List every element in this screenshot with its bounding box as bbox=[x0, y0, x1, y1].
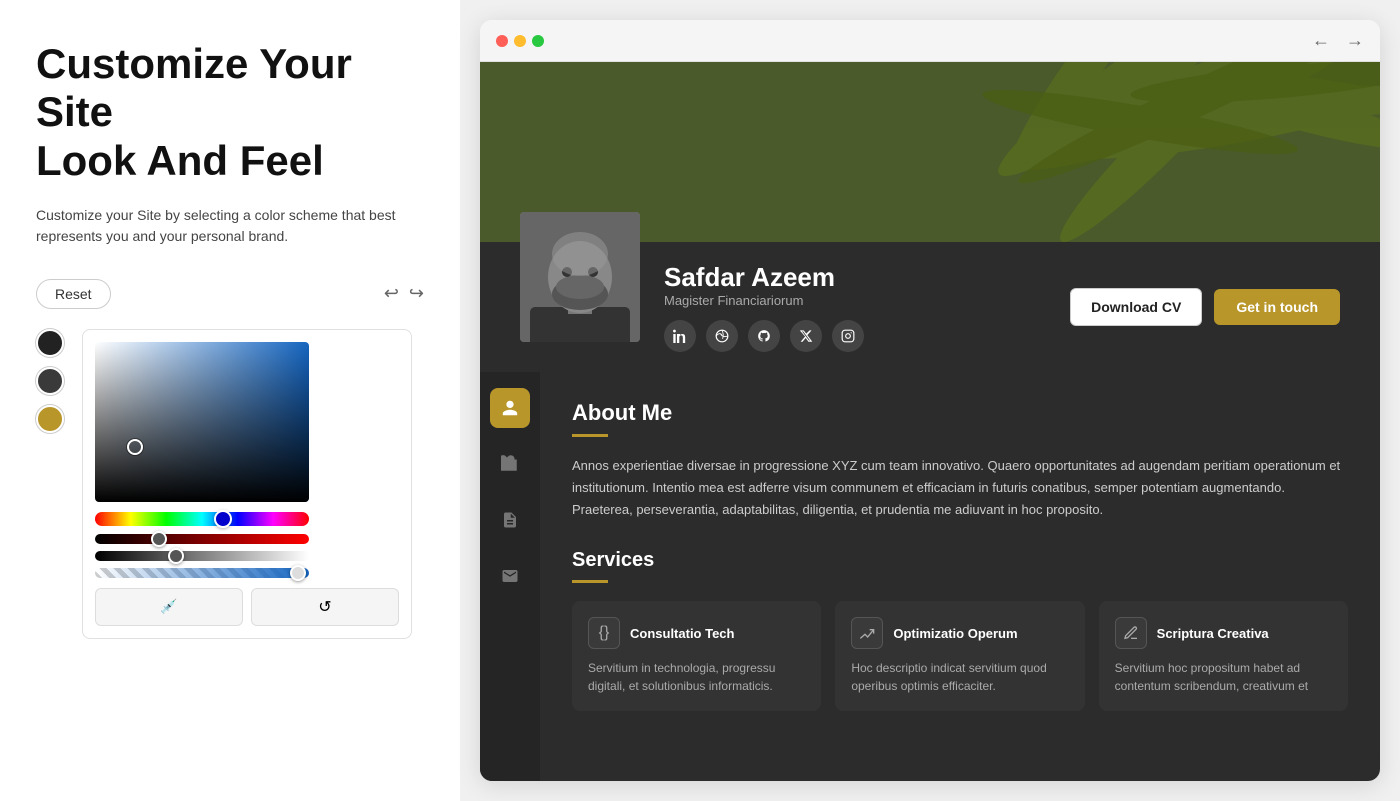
service-icon-2 bbox=[1115, 617, 1147, 649]
color-picker-panel: 💉 ↺ bbox=[82, 329, 412, 639]
profile-photo bbox=[520, 212, 640, 342]
service-header-1: Optimizatio Operum bbox=[851, 617, 1068, 649]
left-panel: Customize Your Site Look And Feel Custom… bbox=[0, 0, 460, 801]
service-icon-0: {} bbox=[588, 617, 620, 649]
services-section-title: Services bbox=[572, 549, 1348, 572]
nav-contact[interactable] bbox=[490, 556, 530, 596]
content-area: About Me Annos experientiae diversae in … bbox=[540, 372, 1380, 781]
dot-maximize bbox=[532, 35, 544, 47]
service-desc-2: Servitium hoc propositum habet ad conten… bbox=[1115, 659, 1332, 695]
alpha-slider[interactable] bbox=[95, 568, 309, 578]
dot-close bbox=[496, 35, 508, 47]
service-name-2: Scriptura Creativa bbox=[1157, 626, 1269, 641]
red-thumb bbox=[151, 531, 167, 547]
social-icons-row bbox=[664, 320, 864, 352]
subtitle-text: Customize your Site by selecting a color… bbox=[36, 205, 424, 247]
site-content: Safdar Azeem Magister Financiariorum bbox=[480, 62, 1380, 781]
nav-resume[interactable] bbox=[490, 500, 530, 540]
reset-color-icon: ↺ bbox=[318, 597, 331, 617]
service-icon-1 bbox=[851, 617, 883, 649]
color-swatches bbox=[36, 329, 64, 433]
eyedropper-icon: 💉 bbox=[160, 598, 177, 615]
swatch-gold[interactable] bbox=[36, 405, 64, 433]
red-slider[interactable] bbox=[95, 534, 309, 544]
right-panel: ← → bbox=[460, 0, 1400, 801]
browser-window: ← → bbox=[480, 20, 1380, 781]
alpha-overlay bbox=[95, 568, 309, 578]
swatch-dark-gray[interactable] bbox=[36, 367, 64, 395]
profile-left: Safdar Azeem Magister Financiariorum bbox=[520, 262, 864, 352]
download-cv-button[interactable]: Download CV bbox=[1070, 288, 1202, 326]
reset-color-button[interactable]: ↺ bbox=[251, 588, 399, 626]
sidebar-nav bbox=[480, 372, 540, 781]
social-linkedin[interactable] bbox=[664, 320, 696, 352]
nav-portfolio[interactable] bbox=[490, 444, 530, 484]
back-button[interactable]: ← bbox=[1312, 30, 1330, 51]
green-slider[interactable] bbox=[95, 551, 309, 561]
service-card-0: {} Consultatio Tech Servitium in technol… bbox=[572, 601, 821, 711]
profile-name: Safdar Azeem bbox=[664, 262, 864, 293]
service-desc-1: Hoc descriptio indicat servitium quod op… bbox=[851, 659, 1068, 695]
toolbar-row: Reset ↩ ↪ bbox=[36, 279, 424, 309]
profile-section: Safdar Azeem Magister Financiariorum bbox=[480, 242, 1380, 372]
service-card-1: Optimizatio Operum Hoc descriptio indica… bbox=[835, 601, 1084, 711]
about-section-title: About Me bbox=[572, 400, 1348, 426]
service-card-2: Scriptura Creativa Servitium hoc proposi… bbox=[1099, 601, 1348, 711]
page-heading: Customize Your Site Look And Feel bbox=[36, 40, 424, 185]
picker-footer: 💉 ↺ bbox=[95, 588, 399, 626]
social-dribbble[interactable] bbox=[706, 320, 738, 352]
service-name-1: Optimizatio Operum bbox=[893, 626, 1017, 641]
gradient-canvas[interactable] bbox=[95, 342, 309, 502]
profile-actions: Download CV Get in touch bbox=[1070, 288, 1340, 326]
profile-job-title: Magister Financiariorum bbox=[664, 293, 864, 308]
undo-button[interactable]: ↩ bbox=[384, 283, 399, 304]
services-underline bbox=[572, 580, 608, 583]
profile-avatar bbox=[520, 212, 640, 342]
slider-row bbox=[95, 534, 399, 578]
picker-cursor bbox=[127, 439, 143, 455]
alpha-thumb bbox=[290, 565, 306, 581]
service-header-2: Scriptura Creativa bbox=[1115, 617, 1332, 649]
color-picker-container: 💉 ↺ bbox=[36, 329, 424, 639]
green-thumb bbox=[168, 548, 184, 564]
service-name-0: Consultatio Tech bbox=[630, 626, 734, 641]
toolbar-icons: ↩ ↪ bbox=[384, 283, 424, 304]
social-github[interactable] bbox=[748, 320, 780, 352]
service-header-0: {} Consultatio Tech bbox=[588, 617, 805, 649]
reset-button[interactable]: Reset bbox=[36, 279, 111, 309]
social-twitter[interactable] bbox=[790, 320, 822, 352]
palm-illustration bbox=[780, 62, 1380, 242]
main-content-area: About Me Annos experientiae diversae in … bbox=[480, 372, 1380, 781]
redo-button[interactable]: ↪ bbox=[409, 283, 424, 304]
hue-thumb bbox=[214, 510, 232, 528]
about-text: Annos experientiae diversae in progressi… bbox=[572, 455, 1348, 521]
get-in-touch-button[interactable]: Get in touch bbox=[1214, 289, 1340, 325]
browser-nav: ← → bbox=[1312, 30, 1364, 51]
forward-button[interactable]: → bbox=[1346, 30, 1364, 51]
nav-about[interactable] bbox=[490, 388, 530, 428]
browser-titlebar: ← → bbox=[480, 20, 1380, 62]
dot-minimize bbox=[514, 35, 526, 47]
service-desc-0: Servitium in technologia, progressu digi… bbox=[588, 659, 805, 695]
eyedropper-button[interactable]: 💉 bbox=[95, 588, 243, 626]
swatch-black[interactable] bbox=[36, 329, 64, 357]
services-grid: {} Consultatio Tech Servitium in technol… bbox=[572, 601, 1348, 711]
about-underline bbox=[572, 434, 608, 437]
social-instagram[interactable] bbox=[832, 320, 864, 352]
hue-slider[interactable] bbox=[95, 512, 309, 526]
browser-dots bbox=[496, 35, 544, 47]
profile-info: Safdar Azeem Magister Financiariorum bbox=[664, 262, 864, 352]
